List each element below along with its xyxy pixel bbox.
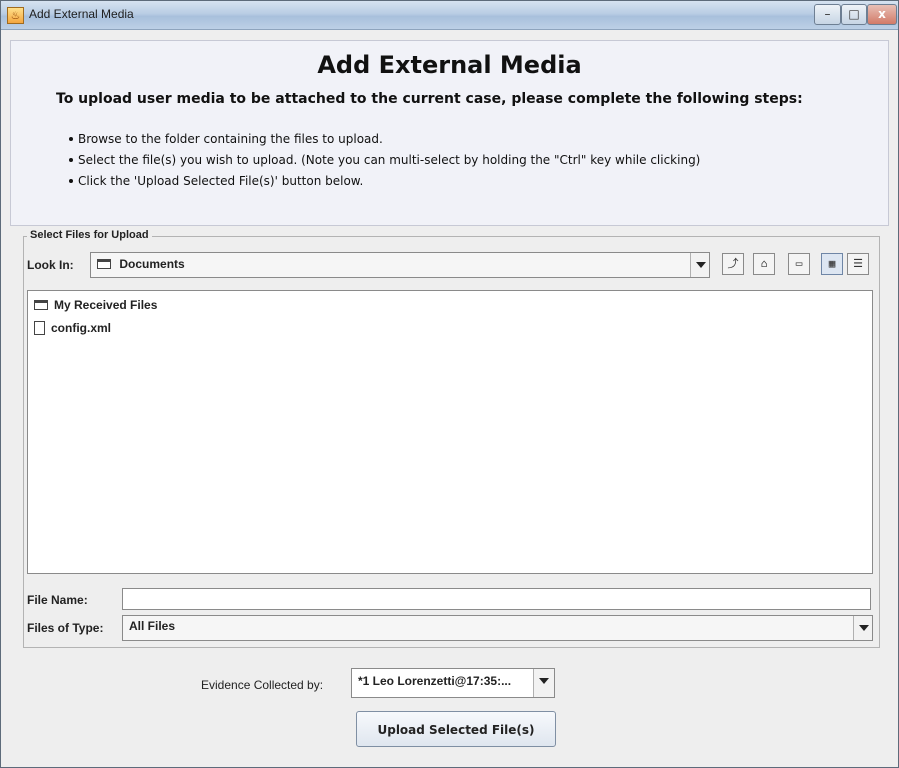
- minimize-button[interactable]: –: [814, 4, 841, 25]
- home-icon: ⌂: [760, 257, 768, 270]
- new-folder-button[interactable]: ▭: [788, 253, 810, 275]
- bullet-icon: [69, 157, 73, 162]
- dialog-window: ♨ Add External Media – □ x Add External …: [0, 0, 899, 768]
- title-bar[interactable]: ♨ Add External Media – □ x: [1, 1, 898, 30]
- home-button[interactable]: ⌂: [753, 253, 775, 275]
- folder-icon: [34, 299, 48, 310]
- bullet-icon: [69, 178, 73, 183]
- close-button[interactable]: x: [867, 4, 897, 25]
- look-in-dropdown[interactable]: Documents: [90, 252, 710, 278]
- look-in-label: Look In:: [27, 258, 74, 272]
- list-item[interactable]: My Received Files: [34, 297, 157, 312]
- files-of-type-dropdown[interactable]: All Files: [122, 615, 873, 641]
- instruction-step: Click the 'Upload Selected File(s)' butt…: [69, 171, 700, 192]
- instruction-step: Browse to the folder containing the file…: [69, 129, 700, 150]
- file-icon: [34, 320, 45, 335]
- details-view-button[interactable]: ☰: [847, 253, 869, 275]
- evidence-collected-label: Evidence Collected by:: [201, 678, 324, 692]
- files-of-type-value: All Files: [129, 619, 176, 633]
- instruction-step: Select the file(s) you wish to upload. (…: [69, 150, 700, 171]
- file-chooser-group-title: Select Files for Upload: [27, 229, 152, 241]
- instruction-steps: Browse to the folder containing the file…: [69, 129, 700, 192]
- evidence-collected-dropdown[interactable]: *1 Leo Lorenzetti@17:35:...: [351, 668, 555, 698]
- instructions-panel: Add External Media To upload user media …: [10, 40, 889, 226]
- maximize-button[interactable]: □: [841, 4, 867, 25]
- chevron-down-icon[interactable]: [690, 253, 709, 277]
- chevron-down-icon[interactable]: [853, 616, 872, 640]
- file-name-label: File Name:: [27, 593, 88, 607]
- instructions-subtitle: To upload user media to be attached to t…: [56, 91, 803, 107]
- evidence-collected-value: *1 Leo Lorenzetti@17:35:...: [358, 674, 512, 688]
- up-folder-icon: ⤴: [727, 257, 739, 270]
- file-list[interactable]: My Received Files config.xml: [27, 290, 873, 574]
- page-title: Add External Media: [317, 51, 582, 79]
- list-view-icon: ▦: [828, 257, 836, 270]
- up-folder-button[interactable]: ⤴: [722, 253, 744, 275]
- new-folder-icon: ▭: [795, 257, 803, 270]
- bullet-icon: [69, 136, 73, 141]
- list-view-button[interactable]: ▦: [821, 253, 843, 275]
- details-view-icon: ☰: [853, 257, 863, 270]
- files-of-type-label: Files of Type:: [27, 621, 104, 635]
- upload-selected-files-button[interactable]: Upload Selected File(s): [356, 711, 556, 747]
- window-title: Add External Media: [29, 7, 134, 21]
- folder-icon: [97, 258, 111, 269]
- file-name-field[interactable]: [122, 588, 871, 610]
- list-item[interactable]: config.xml: [34, 320, 111, 335]
- look-in-value: Documents: [119, 256, 185, 271]
- java-app-icon: ♨: [7, 7, 24, 24]
- chevron-down-icon[interactable]: [533, 669, 554, 697]
